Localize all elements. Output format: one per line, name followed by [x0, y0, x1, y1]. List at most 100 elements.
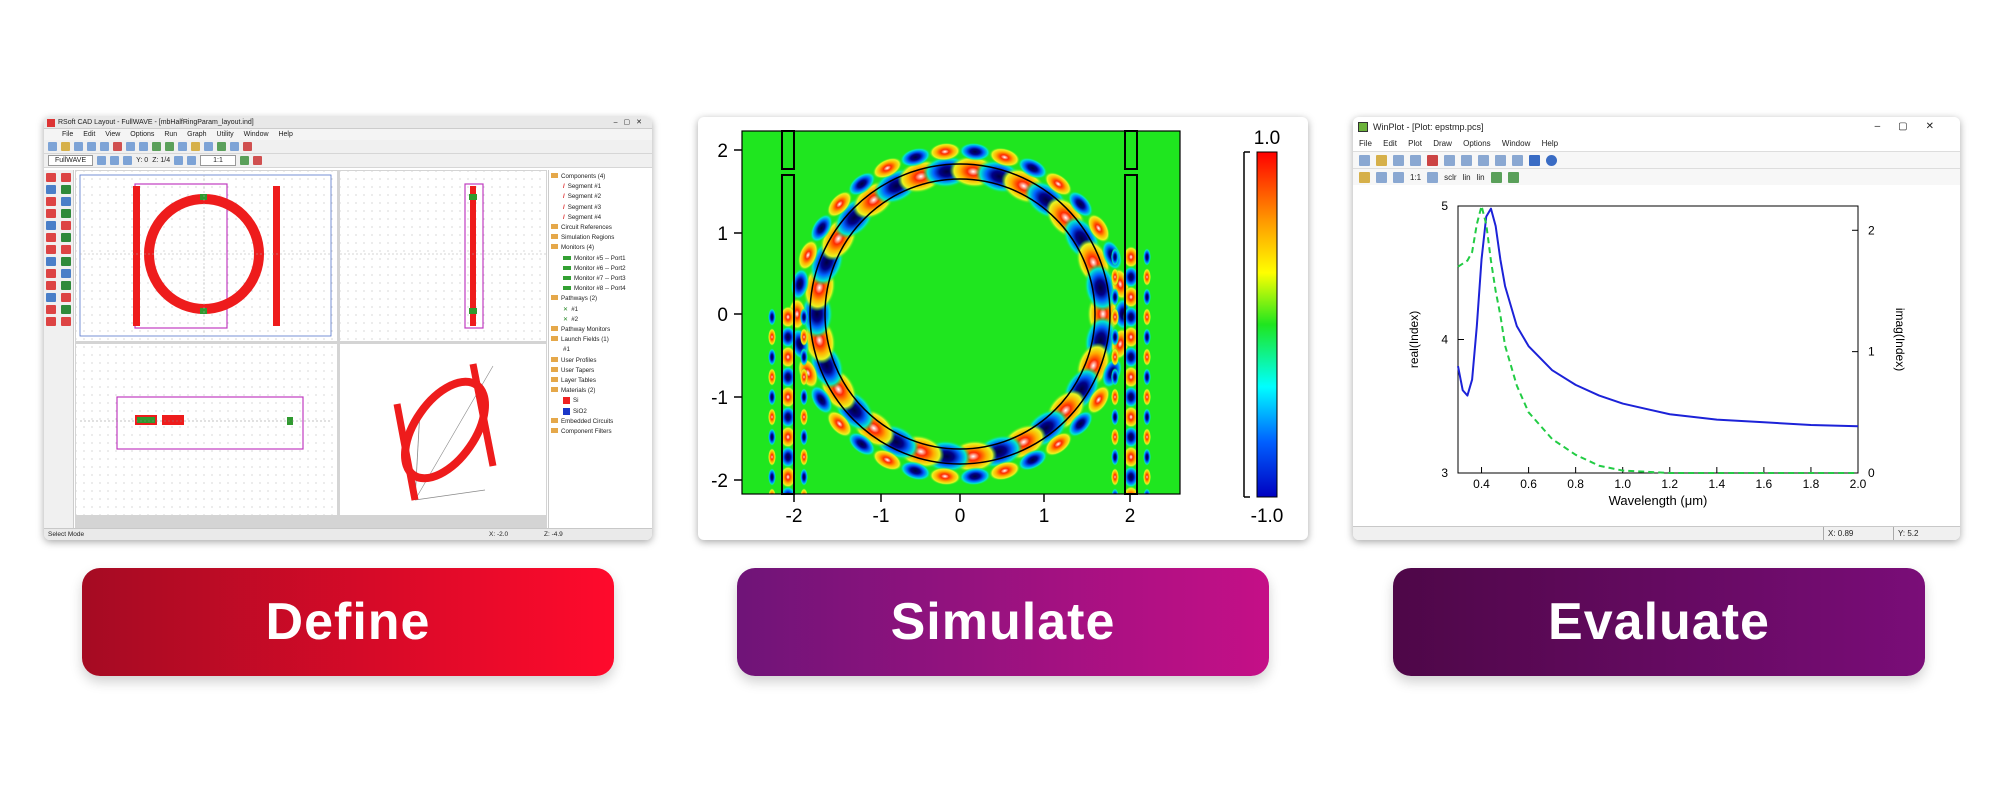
- winplot-window-controls[interactable]: –▢✕: [1875, 117, 1952, 137]
- window-controls[interactable]: –▢✕: [614, 117, 648, 129]
- x-axis-icon[interactable]: [97, 156, 107, 165]
- menu-run[interactable]: Run: [164, 131, 177, 138]
- layers-icon[interactable]: [204, 142, 213, 151]
- tree-item[interactable]: Launch Fields (1): [551, 335, 650, 345]
- field-svg[interactable]: -2 -1 0 1 2 2 1 0 -1 -2 1.0 -1.0: [698, 117, 1308, 540]
- wp-table-icon[interactable]: [1376, 171, 1387, 183]
- launch-tool-icon[interactable]: [46, 293, 56, 302]
- arc-tool-icon[interactable]: [61, 185, 71, 194]
- axis-field-y[interactable]: Y: 0: [136, 157, 148, 164]
- zoom-in-icon[interactable]: [174, 156, 184, 165]
- wp-menu-help[interactable]: Help: [1542, 139, 1558, 148]
- wp-menu-plot[interactable]: Plot: [1408, 139, 1422, 148]
- wp-undo-icon[interactable]: [1410, 154, 1421, 166]
- wp-new-icon[interactable]: [1359, 154, 1370, 166]
- cube-tool-icon[interactable]: [46, 245, 56, 254]
- sphere-tool-icon[interactable]: [46, 269, 56, 278]
- menu-window[interactable]: Window: [244, 131, 269, 138]
- axis-field-z[interactable]: Z: 1/4: [152, 157, 170, 164]
- component-icon[interactable]: [152, 142, 161, 151]
- zoom-out-icon[interactable]: [187, 156, 197, 165]
- tree-item[interactable]: Monitor #7 -- Port3: [551, 274, 650, 284]
- wp-menu-window[interactable]: Window: [1502, 139, 1530, 148]
- menu-file[interactable]: File: [62, 131, 73, 138]
- paste-icon[interactable]: [139, 142, 148, 151]
- index-chart[interactable]: 0.4 0.6 0.8 1.0 1.2 1.4 1.6 1.8 2.0 5 4 3 2 1 0 Wavelen…: [1353, 188, 1960, 528]
- tree-item[interactable]: Si: [551, 396, 650, 406]
- menu-graph[interactable]: Graph: [187, 131, 206, 138]
- tree-item[interactable]: Materials (2): [551, 386, 650, 396]
- pathway-tool-icon[interactable]: [61, 281, 71, 290]
- wp-cut-icon[interactable]: [1427, 154, 1438, 166]
- wp-paste-icon[interactable]: [1461, 154, 1472, 166]
- tree-item[interactable]: #2: [551, 315, 650, 325]
- menu-view[interactable]: View: [105, 131, 120, 138]
- undo-icon[interactable]: [87, 142, 96, 151]
- simulation-tool-combo[interactable]: FullWAVE: [48, 155, 94, 166]
- define-button[interactable]: Define: [82, 568, 614, 676]
- wp-save-icon[interactable]: [1393, 154, 1404, 166]
- save-icon[interactable]: [74, 142, 83, 151]
- open-icon[interactable]: [61, 142, 70, 151]
- tree-item[interactable]: User Tapers: [551, 366, 650, 376]
- tree-item[interactable]: User Profiles: [551, 356, 650, 366]
- tree-item[interactable]: #1: [551, 305, 650, 315]
- tree-item[interactable]: SiO2: [551, 407, 650, 417]
- grid-icon[interactable]: [178, 142, 187, 151]
- tree-item[interactable]: Monitor #6 -- Port2: [551, 264, 650, 274]
- y-axis-icon[interactable]: [110, 156, 120, 165]
- square-tool-icon[interactable]: [46, 233, 56, 242]
- cross-tool-icon[interactable]: [61, 293, 71, 302]
- tree-item[interactable]: Layer Tables: [551, 376, 650, 386]
- measure-tool-icon[interactable]: [61, 317, 71, 326]
- tree-item[interactable]: Monitor #8 -- Port4: [551, 284, 650, 294]
- wp-menu-draw[interactable]: Draw: [1433, 139, 1452, 148]
- cad-viewport-svg[interactable]: [75, 170, 547, 516]
- graph-icon[interactable]: [243, 142, 252, 151]
- wp-menu-edit[interactable]: Edit: [1383, 139, 1397, 148]
- menu-edit[interactable]: Edit: [83, 131, 95, 138]
- select-tool-icon[interactable]: [46, 173, 56, 182]
- tree-item[interactable]: Monitors (4): [551, 243, 650, 253]
- wp-markers-icon[interactable]: [1507, 171, 1519, 183]
- circle-tool-icon[interactable]: [61, 209, 71, 218]
- block-tool-icon[interactable]: [61, 233, 71, 242]
- cut-icon[interactable]: [113, 142, 122, 151]
- run-icon[interactable]: [230, 142, 239, 151]
- redo-icon[interactable]: [100, 142, 109, 151]
- new-icon[interactable]: [48, 142, 57, 151]
- wp-linx-button[interactable]: lin: [1463, 173, 1471, 182]
- rect-tool-icon[interactable]: [61, 221, 71, 230]
- tree-item[interactable]: Segment #2: [551, 192, 650, 202]
- wp-scale-button[interactable]: sclr: [1444, 173, 1456, 182]
- segment-tool-icon[interactable]: [46, 185, 56, 194]
- bend-tool-icon[interactable]: [46, 197, 56, 206]
- wp-export-icon[interactable]: [1512, 154, 1523, 166]
- monitor-tool-icon[interactable]: [46, 257, 56, 266]
- zoom-combo[interactable]: 1:1: [200, 155, 236, 166]
- evaluate-button[interactable]: Evaluate: [1393, 568, 1925, 676]
- ring-tool-icon[interactable]: [46, 209, 56, 218]
- menu-options[interactable]: Options: [130, 131, 154, 138]
- refresh-icon[interactable]: [239, 156, 249, 165]
- pan-tool-icon[interactable]: [61, 173, 71, 182]
- text-tool-icon[interactable]: [46, 281, 56, 290]
- tree-item[interactable]: Pathway Monitors: [551, 325, 650, 335]
- tree-item[interactable]: Segment #4: [551, 213, 650, 223]
- menu-help[interactable]: Help: [278, 131, 292, 138]
- z-axis-icon[interactable]: [123, 156, 133, 165]
- tree-item[interactable]: Segment #3: [551, 203, 650, 213]
- tree-item[interactable]: Segment #1: [551, 182, 650, 192]
- layout-icon[interactable]: [252, 156, 262, 165]
- wp-open-icon[interactable]: [1376, 154, 1387, 166]
- tree-item[interactable]: Circuit References: [551, 223, 650, 233]
- tree-item[interactable]: Simulation Regions: [551, 233, 650, 243]
- wp-liny-button[interactable]: lin: [1477, 173, 1485, 182]
- wp-curve-icon[interactable]: [1490, 171, 1502, 183]
- tree-item[interactable]: Pathways (2): [551, 294, 650, 304]
- grating-tool-icon[interactable]: [61, 269, 71, 278]
- mark-tool-icon[interactable]: [46, 317, 56, 326]
- monitor-icon[interactable]: [217, 142, 226, 151]
- simulate-button[interactable]: Simulate: [737, 568, 1269, 676]
- tree-item[interactable]: Embedded Circuits: [551, 417, 650, 427]
